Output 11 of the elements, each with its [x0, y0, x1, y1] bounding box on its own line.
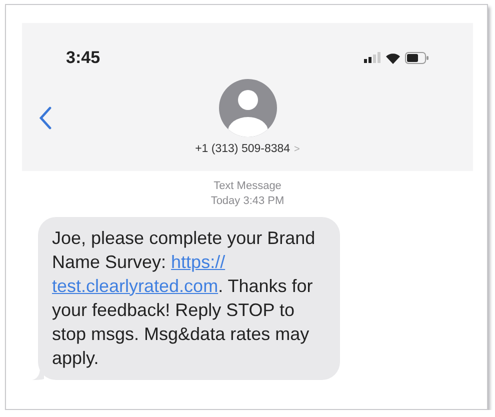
battery-icon — [405, 52, 429, 64]
message-bubble: Joe, please complete your Brand Name Survey: https:// test.clearlyrated.com. Thanks for your feedback! Reply STOP to stop msgs. Msg&data rates may apply. — [38, 216, 340, 380]
thread-label: Text Message — [212, 179, 282, 194]
message-link[interactable]: test.clearlyrated.com — [52, 276, 218, 296]
message-timestamp: Today 3:43 PM — [210, 194, 286, 209]
message-link[interactable]: https:// — [171, 252, 226, 272]
avatar-icon — [218, 78, 276, 136]
signal-icon — [364, 52, 381, 64]
status-time: 3:45 — [66, 47, 100, 69]
wifi-icon — [385, 52, 401, 64]
contact-button[interactable]: +1 (313) 509-8384 > — [195, 140, 300, 158]
